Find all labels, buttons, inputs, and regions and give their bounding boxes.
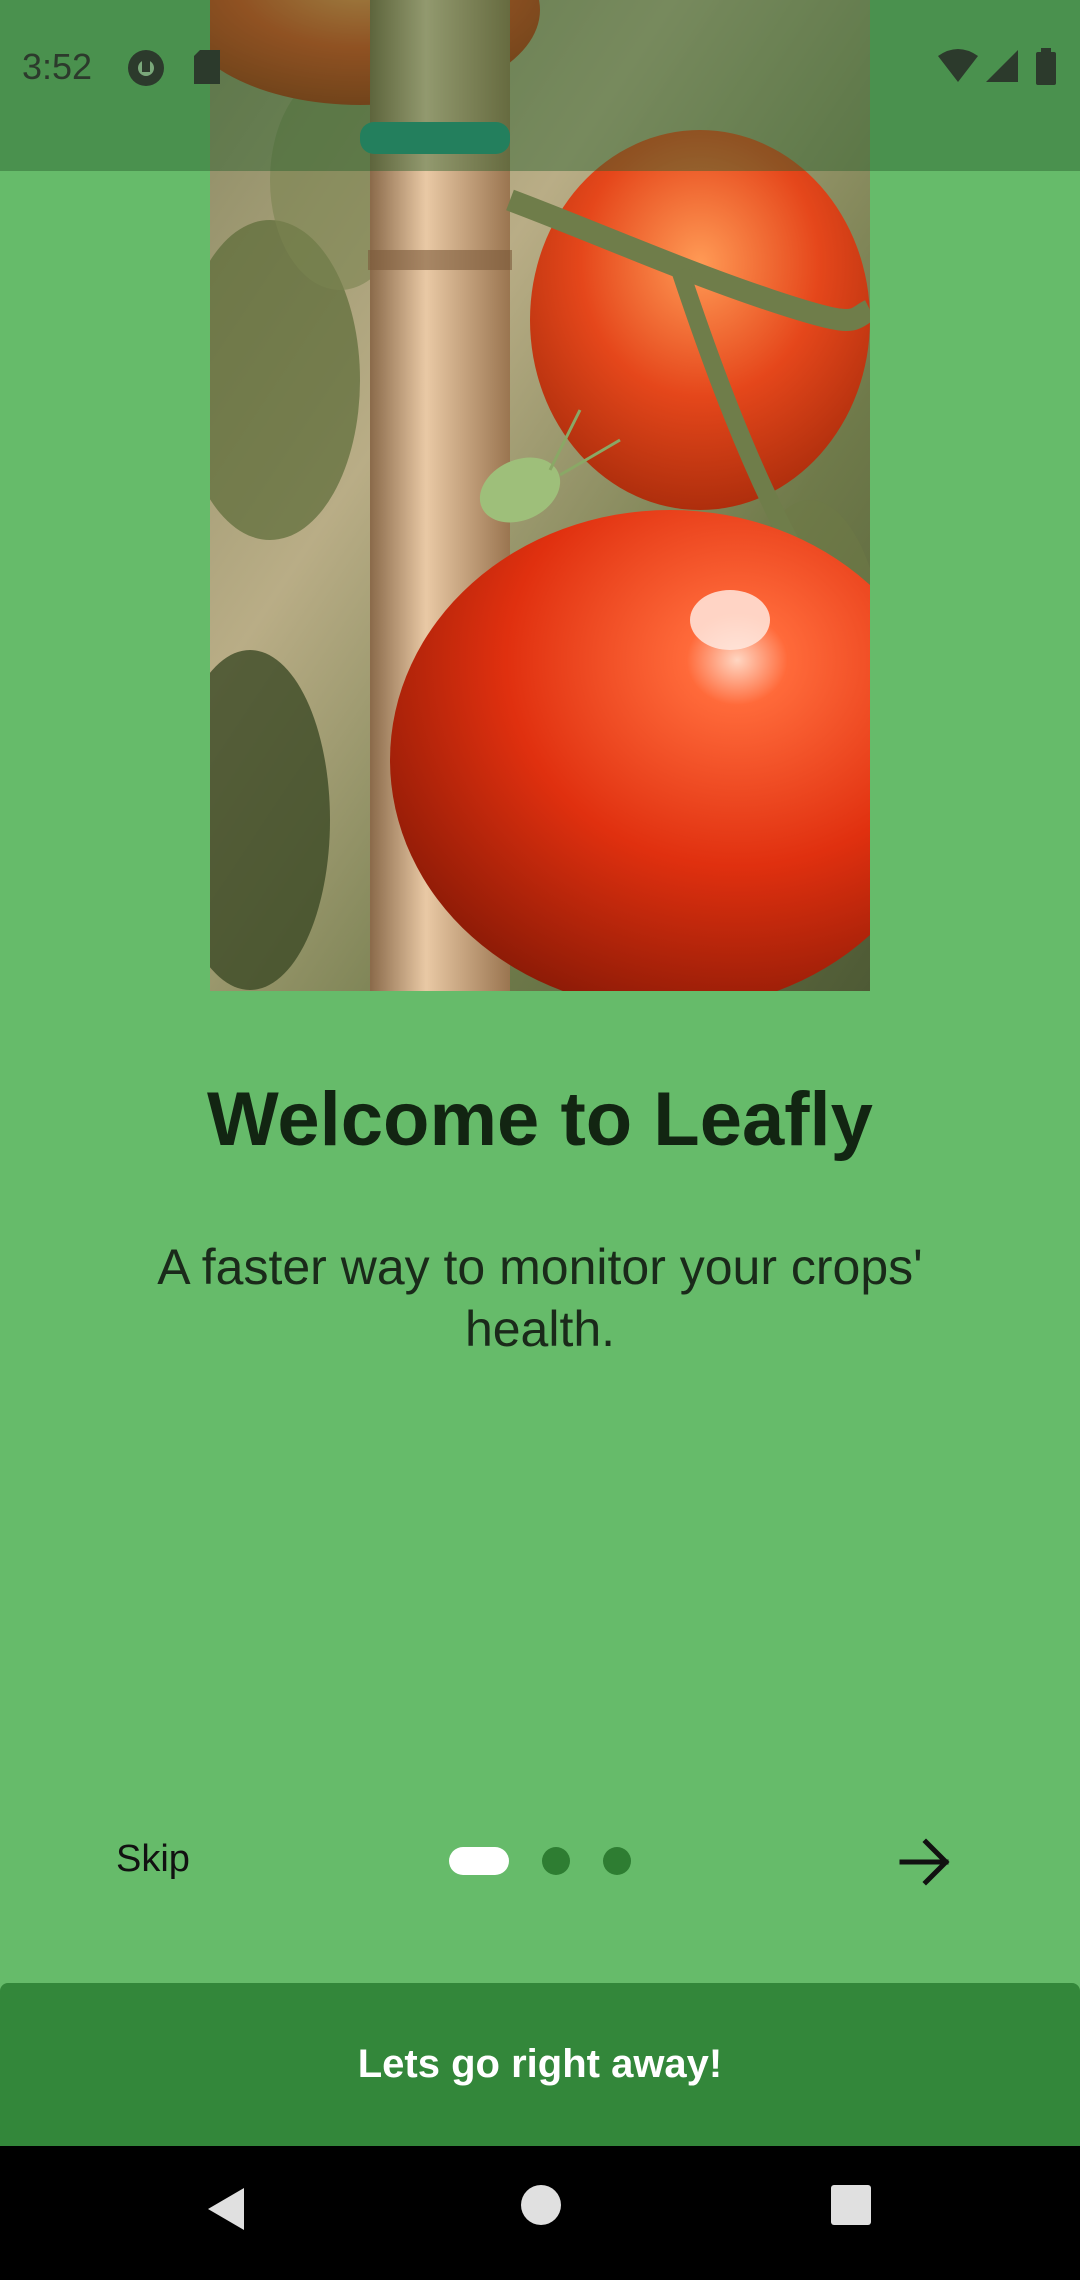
cell-signal-icon: [984, 48, 1020, 89]
page-dot: [542, 1847, 570, 1875]
next-button[interactable]: [896, 1836, 956, 1888]
page-subtitle: A faster way to monitor your crops' heal…: [157, 1239, 923, 1357]
arrow-right-icon: [899, 1838, 950, 1886]
home-icon: [521, 2185, 561, 2225]
back-icon: [208, 2188, 244, 2230]
back-button[interactable]: [204, 2184, 248, 2237]
page-dot-active: [449, 1847, 509, 1875]
privacy-indicator-icon: [126, 48, 166, 93]
status-time: 3:52: [22, 46, 93, 87]
battery-icon: [1034, 48, 1058, 91]
status-bar: 3:52: [0, 0, 1080, 171]
home-button[interactable]: [520, 2184, 562, 2229]
navigation-bar: [0, 2146, 1080, 2280]
recents-button[interactable]: [830, 2184, 872, 2229]
wifi-icon: [936, 48, 980, 89]
page-title: Welcome to Leafly: [207, 1077, 873, 1162]
page-dot: [603, 1847, 631, 1875]
get-started-button[interactable]: Lets go right away!: [0, 1983, 1080, 2146]
sd-card-icon: [192, 48, 222, 91]
onboarding-screen: 3:52 Welcome to Leafly A faster way to m…: [0, 0, 1080, 2280]
recents-icon: [831, 2185, 871, 2225]
